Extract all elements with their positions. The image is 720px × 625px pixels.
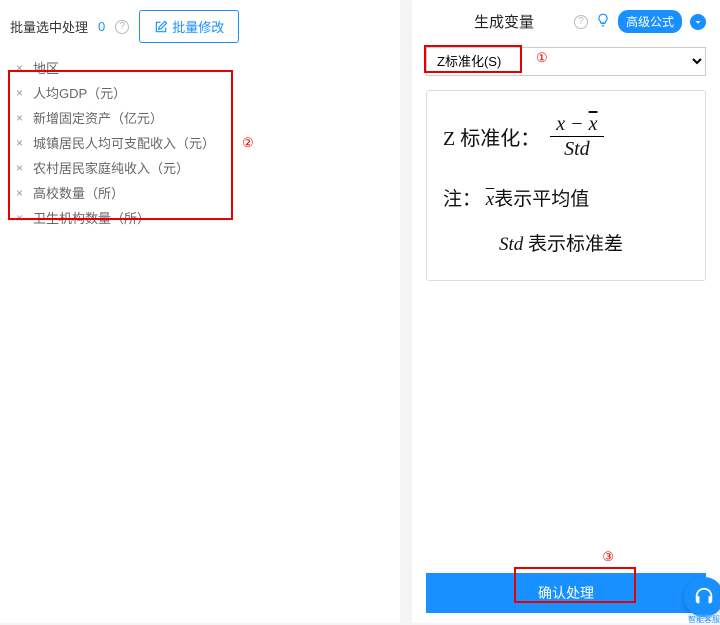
close-icon[interactable]: × xyxy=(16,111,28,125)
variable-label: 新增固定资产（亿元） xyxy=(33,108,163,127)
left-header: 批量选中处理 0 ? 批量修改 xyxy=(10,10,400,43)
list-item[interactable]: × 城镇居民人均可支配收入（元） xyxy=(10,130,400,155)
formula-note-1: 注： x表示平均值 xyxy=(443,184,689,211)
close-icon[interactable]: × xyxy=(16,136,28,150)
close-icon[interactable]: × xyxy=(16,161,28,175)
variable-label: 卫生机构数量（所） xyxy=(33,208,150,227)
confirm-wrap: ③ 确认处理 xyxy=(426,543,706,613)
right-panel: 生成变量 ? 高级公式 Z标准化(S) ① Z 标准化： x − x Std xyxy=(412,0,720,623)
annotation-label-3: ③ xyxy=(602,549,614,565)
list-item[interactable]: × 高校数量（所） xyxy=(10,180,400,205)
bulb-icon[interactable] xyxy=(596,13,610,30)
formula-main: Z 标准化： x − x Std xyxy=(443,113,689,160)
generate-variable-title: 生成变量 xyxy=(474,11,534,32)
edit-icon xyxy=(154,20,168,34)
right-header: 生成变量 ? 高级公式 xyxy=(426,10,706,33)
customer-service-label: 智能客服 xyxy=(688,614,720,625)
list-item[interactable]: × 卫生机构数量（所） xyxy=(10,205,400,230)
formula-fraction: x − x Std xyxy=(550,113,603,160)
advanced-formula-button[interactable]: 高级公式 xyxy=(618,10,682,33)
help-icon[interactable]: ? xyxy=(574,15,588,29)
batch-edit-button[interactable]: 批量修改 xyxy=(139,10,239,43)
list-item[interactable]: × 地区 xyxy=(10,55,400,80)
help-icon[interactable]: ? xyxy=(115,20,129,34)
formula-denominator: Std xyxy=(564,137,590,160)
method-select-wrap: Z标准化(S) ① xyxy=(426,47,706,76)
selected-count: 0 xyxy=(98,19,105,34)
method-select[interactable]: Z标准化(S) xyxy=(426,47,706,76)
list-item[interactable]: × 农村居民家庭纯收入（元） xyxy=(10,155,400,180)
close-icon[interactable]: × xyxy=(16,211,28,225)
close-icon[interactable]: × xyxy=(16,61,28,75)
formula-note-2: Std 表示标准差 xyxy=(443,229,689,256)
formula-prefix: Z 标准化： xyxy=(443,122,540,151)
formula-card: Z 标准化： x − x Std 注： x表示平均值 Std 表示标准差 xyxy=(426,90,706,281)
variable-label: 城镇居民人均可支配收入（元） xyxy=(33,133,215,152)
batch-select-label: 批量选中处理 xyxy=(10,17,88,36)
variable-label: 地区 xyxy=(33,58,59,77)
left-panel: 批量选中处理 0 ? 批量修改 × 地区 × 人均GDP（元） × 新增固定资产（亿元… xyxy=(0,0,400,623)
variable-label: 农村居民家庭纯收入（元） xyxy=(33,158,189,177)
list-item[interactable]: × 新增固定资产（亿元） xyxy=(10,105,400,130)
variable-list: × 地区 × 人均GDP（元） × 新增固定资产（亿元） × 城镇居民人均可支配收入（元… xyxy=(10,55,400,230)
variable-label: 高校数量（所） xyxy=(33,183,124,202)
close-icon[interactable]: × xyxy=(16,186,28,200)
variable-label: 人均GDP（元） xyxy=(33,83,126,102)
headset-icon xyxy=(693,586,715,608)
list-item[interactable]: × 人均GDP（元） xyxy=(10,80,400,105)
batch-edit-label: 批量修改 xyxy=(172,17,224,36)
close-icon[interactable]: × xyxy=(16,86,28,100)
arrow-down-icon[interactable] xyxy=(690,14,706,30)
customer-service-button[interactable] xyxy=(684,577,720,617)
confirm-button[interactable]: 确认处理 xyxy=(426,573,706,613)
